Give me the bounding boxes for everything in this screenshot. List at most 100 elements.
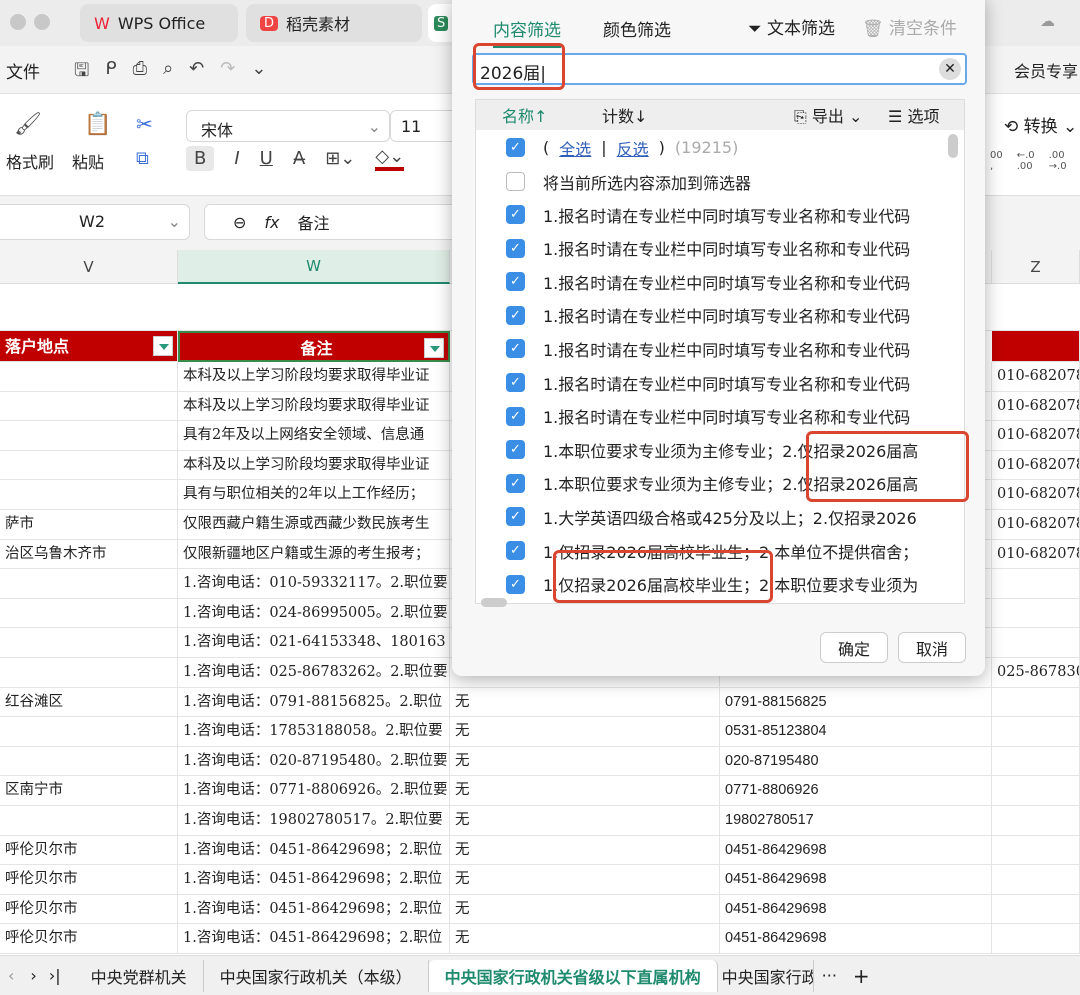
table-cell-y[interactable]: 0791-88156825: [720, 687, 992, 718]
checkbox[interactable]: ✓: [506, 541, 525, 560]
format-painter-button[interactable]: 格式刷: [6, 149, 54, 173]
table-cell-w[interactable]: 具有与职位相关的2年以上工作经历；: [178, 480, 450, 510]
table-cell-z[interactable]: [992, 894, 1080, 925]
table-cell-v[interactable]: [0, 450, 178, 481]
text-filter-button[interactable]: ⏷ 文本筛选: [748, 14, 835, 39]
list-item[interactable]: ✓ 1.报名时请在专业栏中同时填写专业名称和专业代码: [506, 299, 946, 332]
table-cell-v[interactable]: 区南宁市: [0, 776, 178, 806]
table-cell-z[interactable]: 010-682078: [992, 421, 1080, 451]
bold-button[interactable]: B: [186, 146, 215, 171]
table-cell-w[interactable]: 1.咨询电话：010-59332117。2.职位要: [178, 569, 450, 599]
table-cell-z[interactable]: [992, 598, 1080, 629]
table-cell-w[interactable]: 1.咨询电话：19802780517。2.职位要: [178, 806, 450, 836]
export-button[interactable]: ⎘ 导出 ⌄: [794, 103, 862, 127]
fx-icon[interactable]: fx: [264, 213, 279, 232]
table-cell-w[interactable]: 1.咨询电话：0771-8806926。2.职位要: [178, 776, 450, 806]
table-cell-w[interactable]: 仅限西藏户籍生源或西藏少数民族考生: [178, 510, 450, 540]
table-cell-v[interactable]: 呼伦贝尔市: [0, 835, 178, 866]
table-cell-w[interactable]: 1.咨询电话：17853188058。2.职位要: [178, 717, 450, 747]
table-cell-z[interactable]: [992, 865, 1080, 895]
table-cell-x[interactable]: 无: [450, 806, 720, 836]
table-cell-x[interactable]: 无: [450, 746, 720, 777]
last-sheet-icon[interactable]: ›|: [45, 966, 75, 985]
checkbox[interactable]: ✓: [506, 574, 525, 594]
save-icon[interactable]: 🖫: [74, 58, 89, 88]
checkbox[interactable]: ✓: [506, 205, 525, 224]
table-cell-w[interactable]: 1.咨询电话：0451-86429698；2.职位: [178, 924, 450, 954]
table-cell-x[interactable]: 无: [450, 717, 720, 747]
table-cell-x[interactable]: 无: [450, 687, 720, 718]
more-sheets-icon[interactable]: ···: [814, 966, 845, 985]
sheet-tab-active[interactable]: 中央国家行政机关省级以下直属机构: [428, 959, 718, 992]
table-cell-w[interactable]: 本科及以上学习阶段均要求取得毕业证: [178, 450, 450, 481]
convert-button[interactable]: ⟲ 转换 ⌄: [1004, 112, 1077, 137]
redo-icon[interactable]: ↷: [220, 58, 235, 88]
decimal-icons[interactable]: 00, ←.0.00.00 →.0: [990, 150, 1067, 172]
sort-by-count[interactable]: 计数↓: [602, 103, 647, 127]
italic-button[interactable]: I: [234, 148, 239, 169]
checkbox[interactable]: ✓: [506, 272, 525, 292]
file-menu[interactable]: 文件: [6, 58, 40, 83]
fill-color-icon[interactable]: ◇⌄: [375, 146, 405, 171]
name-box[interactable]: W2 ⌄: [0, 204, 190, 240]
zoom-formula-icon[interactable]: ⊖: [233, 213, 246, 232]
print-icon[interactable]: ⎙: [133, 58, 147, 88]
add-sheet-icon[interactable]: +: [845, 964, 878, 988]
column-header[interactable]: V: [0, 250, 178, 284]
table-cell-w[interactable]: 1.咨询电话：024-86995005。2.职位要: [178, 598, 450, 629]
window-minimize-button[interactable]: [34, 14, 50, 30]
sheet-tab[interactable]: 中央党群机关: [75, 959, 204, 992]
table-cell-v[interactable]: [0, 717, 178, 747]
sheet-tab[interactable]: 中央国家行政: [718, 959, 814, 992]
table-cell-w[interactable]: 1.咨询电话：0791-88156825。2.职位: [178, 687, 450, 718]
header-cell-settle-location[interactable]: 落户地点: [0, 331, 178, 362]
table-cell-z[interactable]: [992, 687, 1080, 718]
print-preview-icon[interactable]: ⌕: [163, 58, 173, 88]
table-cell-w[interactable]: 仅限新疆地区户籍或生源的考生报考；: [178, 539, 450, 570]
cancel-button[interactable]: 取消: [898, 632, 966, 663]
table-cell-z[interactable]: [992, 835, 1080, 866]
list-item[interactable]: ✓ 1.报名时请在专业栏中同时填写专业名称和专业代码: [506, 332, 946, 365]
clear-search-icon[interactable]: ✕: [939, 58, 961, 80]
table-cell-w[interactable]: 本科及以上学习阶段均要求取得毕业证: [178, 391, 450, 422]
table-cell-z[interactable]: 010-682078: [992, 510, 1080, 540]
table-cell-v[interactable]: 红谷滩区: [0, 687, 178, 718]
next-sheet-icon[interactable]: ›: [22, 966, 44, 985]
table-cell-y[interactable]: 0771-8806926: [720, 776, 992, 806]
tab-docer[interactable]: D 稻壳素材: [246, 4, 422, 42]
table-cell-x[interactable]: 无: [450, 865, 720, 895]
member-menu[interactable]: 会员专享: [1014, 58, 1078, 82]
table-cell-v[interactable]: [0, 391, 178, 422]
share-icon[interactable]: ᑭ: [105, 58, 116, 88]
table-cell-w[interactable]: 1.咨询电话：020-87195480。2.职位要: [178, 746, 450, 777]
table-cell-w[interactable]: 具有2年及以上网络安全领域、信息通: [178, 421, 450, 451]
chevron-down-icon[interactable]: ⌄: [251, 58, 266, 88]
list-item[interactable]: ✓ 1.报名时请在专业栏中同时填写专业名称和专业代码: [506, 400, 946, 433]
table-cell-z[interactable]: [992, 924, 1080, 954]
checkbox[interactable]: ✓: [506, 373, 525, 392]
table-cell-w[interactable]: 本科及以上学习阶段均要求取得毕业证: [178, 362, 450, 392]
list-item[interactable]: ✓ 1.报名时请在专业栏中同时填写专业名称和专业代码: [506, 198, 946, 231]
table-cell-z[interactable]: [992, 569, 1080, 599]
font-size-select[interactable]: 11: [390, 110, 460, 142]
ok-button[interactable]: 确定: [820, 632, 888, 663]
table-cell-y[interactable]: 0451-86429698: [720, 894, 992, 925]
table-cell-w[interactable]: 1.咨询电话：0451-86429698；2.职位: [178, 894, 450, 925]
table-cell-z[interactable]: [992, 717, 1080, 747]
prev-sheet-icon[interactable]: ‹: [0, 966, 22, 985]
checkbox[interactable]: ✓: [506, 473, 525, 493]
table-cell-z[interactable]: [992, 806, 1080, 836]
checkbox[interactable]: ✓: [506, 138, 525, 157]
table-cell-v[interactable]: 呼伦贝尔市: [0, 865, 178, 895]
clear-conditions-button[interactable]: 🗑 清空条件: [862, 14, 957, 39]
checkbox[interactable]: ✓: [506, 507, 525, 527]
filter-dropdown-icon[interactable]: [424, 338, 444, 358]
list-item[interactable]: ✓ 1.大学英语四级合格或425分及以上；2.仅招录2026: [506, 500, 946, 533]
window-close-button[interactable]: [10, 14, 26, 30]
table-cell-y[interactable]: 0451-86429698: [720, 865, 992, 895]
paste-button[interactable]: 粘贴: [72, 149, 104, 173]
table-cell-v[interactable]: [0, 421, 178, 451]
font-select[interactable]: 宋体 ⌄: [186, 110, 390, 142]
table-cell-y[interactable]: 19802780517: [720, 806, 992, 836]
table-cell-v[interactable]: [0, 362, 178, 392]
